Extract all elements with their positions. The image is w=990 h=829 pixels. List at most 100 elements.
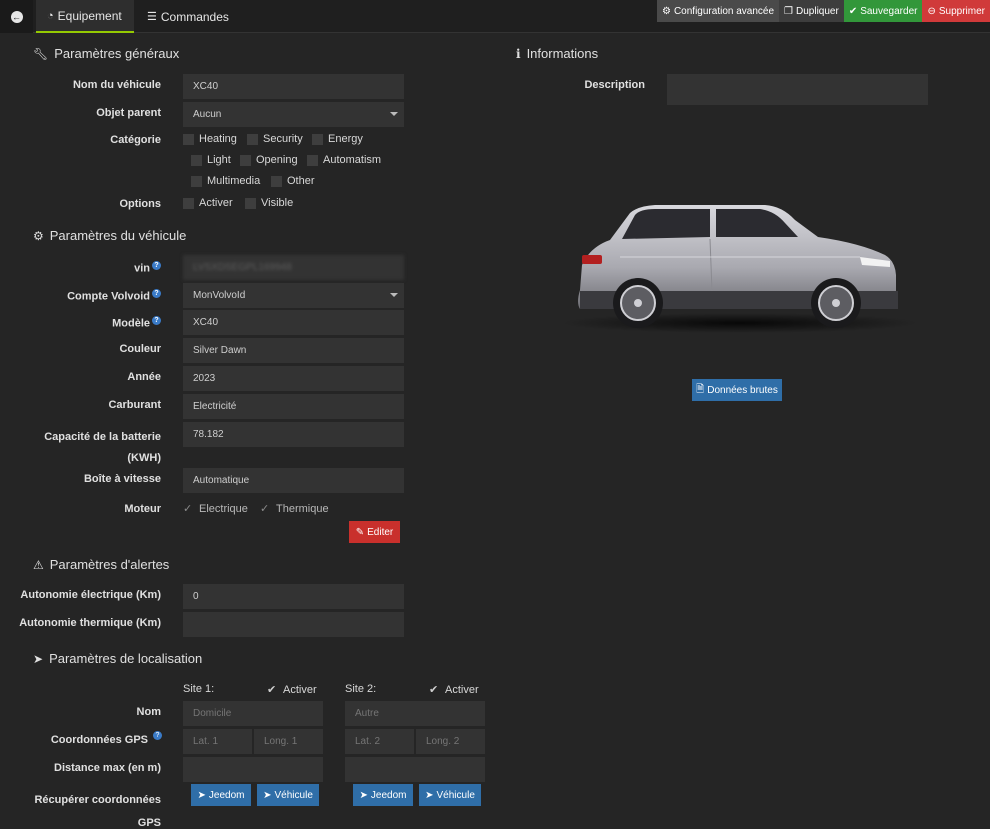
checkbox-label: Opening [256,154,298,166]
site2-jeedom-button[interactable]: ➤ Jeedom [353,784,413,806]
question-circle-icon[interactable]: ? [152,289,161,298]
thermal-range-input[interactable] [183,612,404,637]
color-input[interactable] [183,338,404,363]
category-light-checkbox[interactable]: Light [191,154,231,166]
model-label-text: Modèle [112,317,150,330]
info-icon: i [516,46,521,61]
site-name-label: Nom [136,706,161,718]
site1-activate-checkbox[interactable]: ✔ Activer [267,683,317,697]
category-multimedia-checkbox[interactable]: Multimedia [191,175,260,187]
edit-button[interactable]: ✎ Editer [349,521,400,543]
delete-button[interactable]: ⊖ Supprimer [922,0,990,22]
category-opening-checkbox[interactable]: Opening [240,154,298,166]
gps-label: Coordonnées GPS [20,734,148,746]
account-label-text: Compte Volvoid [67,290,150,303]
site1-vehicle-button[interactable]: ➤ Véhicule [257,784,319,806]
site1-jeedom-button[interactable]: ➤ Jeedom [191,784,251,806]
category-heating-checkbox[interactable]: Heating [183,133,237,145]
raw-data-label: Données brutes [707,384,778,396]
question-circle-icon[interactable]: ? [153,731,162,740]
button-label: Véhicule [274,789,313,801]
checkbox-label: Light [207,154,231,166]
year-label: Année [127,371,161,383]
electric-range-input[interactable] [183,584,404,609]
site2-max-distance-input[interactable] [345,757,485,782]
color-label: Couleur [119,343,161,355]
description-label: Description [584,79,645,91]
button-label: Jeedom [208,789,245,801]
checkbox-box [183,197,194,209]
model-input[interactable] [183,310,404,335]
tab-commandes[interactable]: ☰ Commandes [137,0,237,33]
section-location-title: ➤ Paramètres de localisation [33,651,202,666]
site2-long-input[interactable] [416,729,485,754]
checkbox-box [247,133,258,145]
site2-lat-input[interactable] [345,729,414,754]
battery-input[interactable] [183,422,404,447]
checkbox-label: Security [263,133,303,145]
site2-title: Site 2: [345,683,377,695]
tab-label: Equipement [57,8,122,23]
option-activate-checkbox[interactable]: Activer [183,197,233,209]
gps-label-text: Coordonnées GPS [50,734,148,746]
duplicate-button[interactable]: ❐ Dupliquer [779,0,844,22]
parent-object-label: Objet parent [96,107,161,119]
site2-vehicle-button[interactable]: ➤ Véhicule [419,784,481,806]
question-circle-icon[interactable]: ? [152,316,161,325]
caret-down-icon [390,293,398,297]
section-title-text: Paramètres du véhicule [49,228,187,243]
vehicle-name-input[interactable] [183,74,404,99]
parent-object-select[interactable]: Aucun [183,102,404,127]
site1-long-input[interactable] [254,729,323,754]
tab-label: Commandes [160,9,229,24]
site1-name-input[interactable] [183,701,323,726]
section-info-title: i Informations [516,46,598,61]
category-other-checkbox[interactable]: Other [271,175,315,187]
save-button[interactable]: ✔ Sauvegarder [843,0,923,22]
warning-icon: ⚠ [33,557,44,572]
vehicle-image [562,205,918,333]
gearbox-input[interactable] [183,468,404,493]
raw-data-button[interactable]: 🗎︎ Données brutes [692,379,782,401]
site2-activate-checkbox[interactable]: ✔ Activer [429,683,479,697]
vin-input[interactable]: LVSXDSEGPL169948 [183,255,404,280]
section-title-text: Paramètres d'alertes [49,557,170,572]
account-select[interactable]: MonVolvoId [183,283,404,308]
category-energy-checkbox[interactable]: Energy [312,133,363,145]
section-title-text: Paramètres de localisation [49,651,203,666]
category-automatism-checkbox[interactable]: Automatism [307,154,381,166]
engine-thermal-checkbox[interactable]: ✓ Thermique [260,502,329,516]
account-label: Compte Volvoid? [20,289,161,303]
arrow-left-icon: ← [10,10,23,23]
checkbox-label: Activer [199,197,233,209]
checkbox-label: Heating [199,133,237,145]
tab-equipement[interactable]: ◔ Equipement [36,0,134,33]
site2-name-input[interactable] [345,701,485,726]
category-security-checkbox[interactable]: Security [247,133,303,145]
category-label: Catégorie [110,134,161,146]
fetch-gps-label-line1: Récupérer coordonnées [34,794,161,806]
advanced-config-button[interactable]: ⚙ Configuration avancée [656,0,780,22]
edit-icon: ✎ [355,526,365,538]
back-button[interactable]: ← [0,0,33,33]
fetch-gps-label: Récupérer coordonnées GPS [10,789,161,829]
site1-lat-input[interactable] [183,729,252,754]
fuel-input[interactable] [183,394,404,419]
minus-circle-icon: ⊖ [927,5,936,17]
vin-label-text: vin [134,262,150,275]
year-input[interactable] [183,366,404,391]
thermal-range-label: Autonomie thermique (Km) [19,617,161,629]
question-circle-icon[interactable]: ? [152,261,161,270]
checkbox-label: Multimedia [207,175,261,187]
option-visible-checkbox[interactable]: Visible [245,197,293,209]
site1-max-distance-input[interactable] [183,757,323,782]
checkbox-box [312,133,323,145]
check-icon: ✓ [183,503,193,515]
model-label: Modèle? [20,316,161,330]
check-icon: ✓ [260,503,270,515]
vin-label: vin? [20,261,161,275]
engine-electric-checkbox[interactable]: ✓ Electrique [183,502,248,516]
checkbox-label: Activer [445,683,479,696]
description-textarea[interactable] [667,74,928,105]
checkbox-label: Activer [283,683,317,696]
